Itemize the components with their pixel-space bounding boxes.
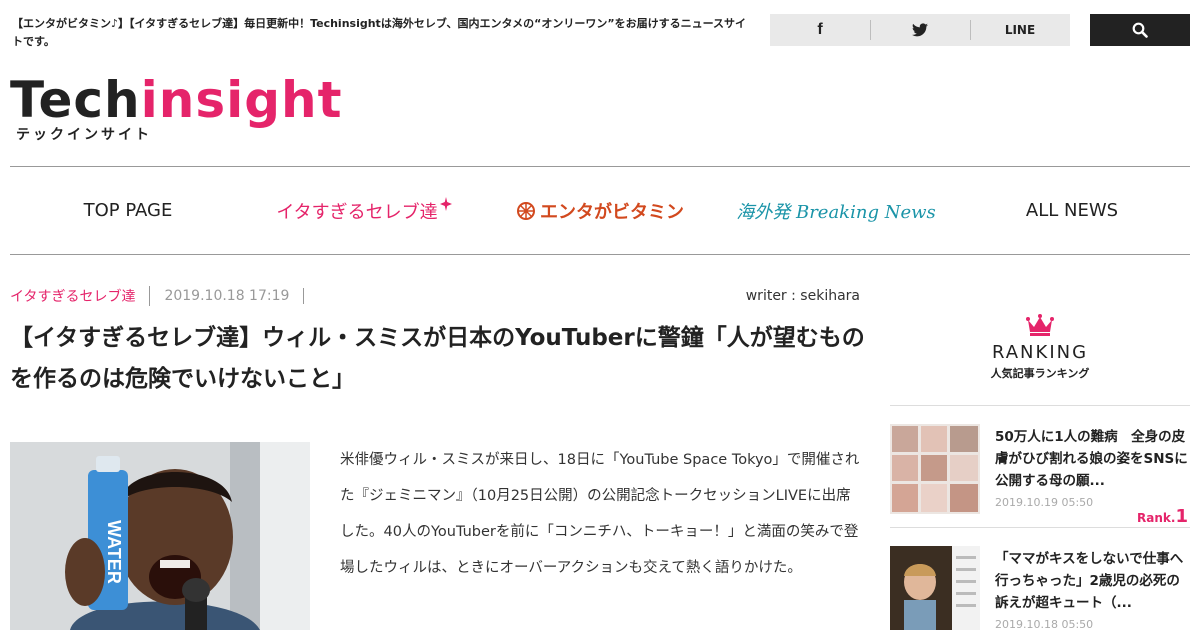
- nav-celeb-label: イタすぎるセレブ達: [276, 201, 438, 223]
- search-icon: [1132, 22, 1148, 38]
- article-title: 【イタすぎるセレブ達】ウィル・スミスが日本のYouTuberに警鐘「人が望むもの…: [10, 325, 865, 392]
- article-photo: WATER: [10, 442, 310, 630]
- twitter-button[interactable]: [870, 14, 970, 46]
- bottle-label: WATER: [104, 520, 124, 584]
- social-share-bar: f LINE: [770, 14, 1070, 46]
- nav-enta[interactable]: エンタがビタミン: [482, 167, 718, 254]
- facebook-button[interactable]: f: [770, 14, 870, 46]
- nav-enta-label: エンタがビタミン: [540, 201, 684, 223]
- site-logo[interactable]: Techinsight テックインサイト: [10, 71, 343, 144]
- site-tagline: 【エンタがビタミン♪】【イタすぎるセレブ達】毎日更新中！Techinsightは…: [12, 17, 747, 48]
- ranking-thumbnail: [890, 546, 980, 630]
- article-date: 2019.10.18 17:19: [150, 288, 305, 304]
- ranking-header: RANKING 人気記事ランキング: [890, 300, 1190, 381]
- search-button[interactable]: [1090, 14, 1190, 46]
- crown-icon: [1026, 314, 1054, 336]
- nav-top-page[interactable]: TOP PAGE: [10, 167, 246, 254]
- logo-wordmark: Techinsight: [10, 71, 343, 129]
- line-button[interactable]: LINE: [970, 14, 1070, 46]
- ranking-title: RANKING: [991, 342, 1089, 363]
- main-nav: TOP PAGE イタすぎるセレブ達 エンタがビタミン 海外発 Breaking…: [10, 167, 1190, 254]
- ranking-item[interactable]: 「ママがキスをしないで仕事へ行っちゃった」2歳児の必死の訴えが超キュート（...…: [890, 528, 1190, 630]
- article-category[interactable]: イタすぎるセレブ達: [10, 286, 151, 306]
- nav-all-news[interactable]: ALL NEWS: [954, 167, 1190, 254]
- divider: [10, 254, 1190, 255]
- ranking-item-title: 50万人に1人の難病 全身の皮膚がひび割れる娘の姿をSNSに公開する母の願...: [995, 429, 1188, 489]
- photo-illustration: WATER: [10, 442, 310, 630]
- twitter-icon: [912, 23, 928, 37]
- ranking-item-date: 2019.10.19 05:50: [995, 496, 1094, 509]
- ranking-item-date: 2019.10.18 05:50: [995, 618, 1094, 630]
- sparkle-icon: [439, 196, 452, 211]
- article-meta: イタすぎるセレブ達 2019.10.18 17:19 writer : seki…: [10, 284, 860, 308]
- nav-celeb[interactable]: イタすぎるセレブ達: [246, 167, 482, 254]
- nav-breaking-news[interactable]: 海外発 Breaking News: [718, 167, 954, 254]
- ranking-sidebar: RANKING 人気記事ランキング 50万人に1人の難病 全身の皮膚がひび割れる…: [890, 300, 1190, 630]
- ranking-item[interactable]: 50万人に1人の難病 全身の皮膚がひび割れる娘の姿をSNSに公開する母の願...…: [890, 406, 1190, 528]
- article-body: 米俳優ウィル・スミスが来日し、18日に「YouTube Space Tokyo」…: [340, 452, 860, 576]
- rank-badge: Rank.1: [1137, 506, 1188, 527]
- facebook-icon: f: [817, 21, 823, 38]
- ranking-subtitle: 人気記事ランキング: [990, 367, 1090, 380]
- line-label: LINE: [1004, 23, 1036, 37]
- article-writer: writer : sekihara: [745, 288, 860, 304]
- ranking-item-title: 「ママがキスをしないで仕事へ行っちゃった」2歳児の必死の訴えが超キュート（...: [995, 551, 1184, 611]
- vitamin-icon: [517, 201, 535, 220]
- ranking-thumbnail: [890, 424, 980, 514]
